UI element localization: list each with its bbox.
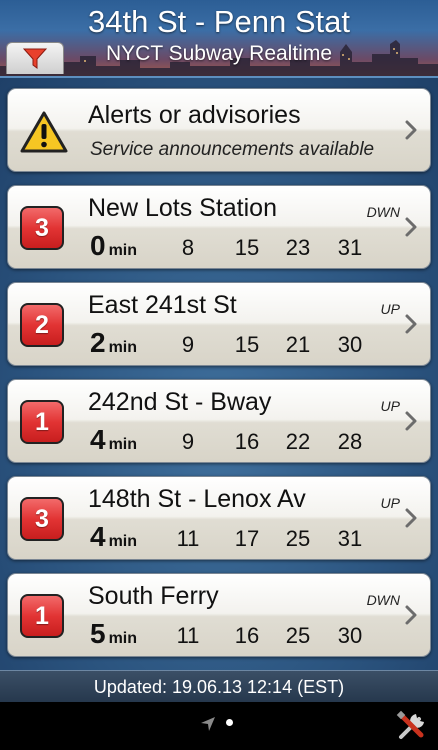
arrival-time: 30	[337, 623, 363, 648]
train-row[interactable]: 3 148th St - Lenox Av UP 4 min 11 17 25 3…	[7, 476, 431, 560]
line-badge: 2	[20, 303, 64, 347]
last-updated-label: Updated: 19.06.13 12:14 (EST)	[0, 670, 438, 702]
next-arrival: 5 min	[90, 618, 137, 650]
next-arrival: 4 min	[90, 521, 137, 553]
warning-icon	[20, 111, 68, 153]
page-subtitle: NYCT Subway Realtime	[105, 42, 333, 65]
destination-label: New Lots Station	[88, 194, 277, 222]
arrival-time: 31	[337, 235, 363, 260]
destination-label: South Ferry	[88, 582, 219, 610]
page-indicator-dot[interactable]	[226, 719, 233, 726]
minutes-unit: min	[108, 436, 138, 453]
minutes-unit: min	[108, 339, 138, 356]
arrival-time: 25	[285, 526, 311, 551]
next-arrival-minutes: 4	[90, 424, 106, 455]
arrival-time: 16	[234, 429, 260, 454]
arrival-time: 23	[285, 235, 311, 260]
chevron-right-icon	[405, 411, 417, 431]
location-arrow-icon[interactable]	[200, 716, 216, 732]
destination-label: 242nd St - Bway	[88, 388, 272, 416]
arrival-time: 9	[181, 332, 195, 357]
train-row[interactable]: 1 South Ferry DWN 5 min 11 16 25 30	[7, 573, 431, 657]
line-badge: 3	[20, 497, 64, 541]
chevron-right-icon	[405, 314, 417, 334]
alerts-row[interactable]: Alerts or advisories Service announcemen…	[7, 88, 431, 172]
destination-label: East 241st St	[88, 291, 237, 319]
alerts-subtitle: Service announcements available	[90, 139, 375, 160]
arrival-time: 15	[234, 235, 260, 260]
page-title: 34th St - Penn Stat	[88, 4, 350, 39]
next-arrival-minutes: 0	[90, 230, 106, 261]
next-arrival: 2 min	[90, 327, 137, 359]
train-row[interactable]: 3 New Lots Station DWN 0 min 8 15 23 31	[7, 185, 431, 269]
chevron-right-icon	[405, 120, 417, 140]
minutes-unit: min	[108, 242, 138, 259]
chevron-right-icon	[405, 217, 417, 237]
minutes-unit: min	[108, 630, 138, 647]
arrival-time: 11	[176, 623, 200, 648]
tools-icon[interactable]	[394, 708, 430, 744]
filter-button[interactable]	[6, 42, 64, 74]
line-badge: 3	[20, 206, 64, 250]
chevron-right-icon	[405, 508, 417, 528]
chevron-right-icon	[405, 605, 417, 625]
direction-label: DWN	[366, 592, 400, 608]
destination-label: 148th St - Lenox Av	[88, 485, 306, 513]
filter-icon	[23, 48, 47, 69]
arrival-time: 9	[181, 429, 195, 454]
arrival-time: 28	[337, 429, 363, 454]
header: 34th St - Penn Stat NYCT Subway Realtime	[0, 0, 438, 76]
arrival-time: 17	[234, 526, 260, 551]
next-arrival: 4 min	[90, 424, 137, 456]
arrival-time: 8	[181, 235, 195, 260]
direction-label: DWN	[366, 204, 400, 220]
direction-label: UP	[380, 398, 400, 414]
arrival-time: 15	[234, 332, 260, 357]
direction-label: UP	[380, 495, 400, 511]
next-arrival-minutes: 4	[90, 521, 106, 552]
line-badge: 1	[20, 594, 64, 638]
next-arrival-minutes: 5	[90, 618, 106, 649]
arrival-time: 16	[234, 623, 260, 648]
direction-label: UP	[380, 301, 400, 317]
content-area: Alerts or advisories Service announcemen…	[0, 76, 438, 670]
alerts-title: Alerts or advisories	[88, 101, 301, 129]
arrival-time: 25	[285, 623, 311, 648]
train-row[interactable]: 1 242nd St - Bway UP 4 min 9 16 22 28	[7, 379, 431, 463]
arrival-time: 22	[285, 429, 311, 454]
arrival-time: 21	[285, 332, 311, 357]
line-badge: 1	[20, 400, 64, 444]
arrival-time: 11	[176, 526, 200, 551]
next-arrival: 0 min	[90, 230, 137, 262]
bottom-toolbar	[0, 702, 438, 750]
minutes-unit: min	[108, 533, 138, 550]
arrival-time: 30	[337, 332, 363, 357]
arrival-time: 31	[337, 526, 363, 551]
next-arrival-minutes: 2	[90, 327, 106, 358]
train-row[interactable]: 2 East 241st St UP 2 min 9 15 21 30	[7, 282, 431, 366]
